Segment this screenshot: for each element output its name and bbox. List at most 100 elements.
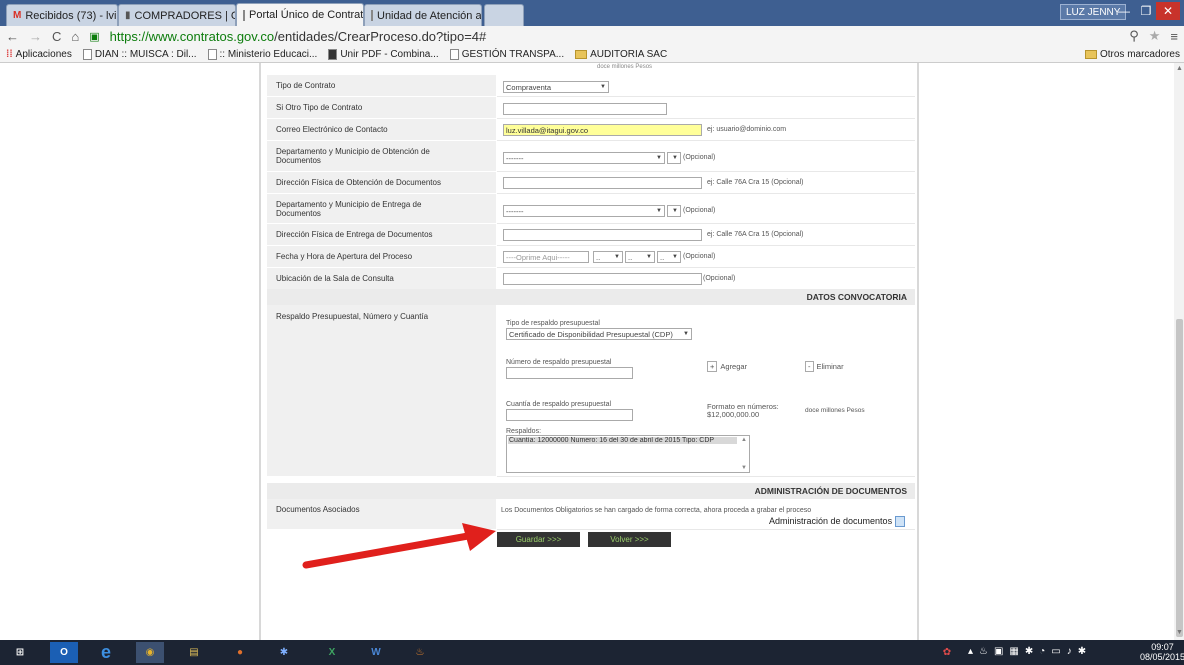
page-icon (449, 48, 459, 60)
minimize-icon[interactable]: — (1112, 2, 1136, 20)
respaldo-list-item[interactable]: Cuantía: 12000000 Numero: 16 del 30 de a… (508, 437, 737, 444)
admin-documentos-link[interactable]: Administración de documentos (769, 516, 905, 528)
notification-app-icon[interactable]: ✿ (930, 642, 964, 663)
scroll-down-icon[interactable]: ▼ (741, 465, 747, 471)
bookmark-aplicaciones[interactable]: ⁞⁞ Aplicaciones (6, 49, 72, 60)
scrollbar-thumb[interactable] (1176, 319, 1183, 637)
otro-tipo-input[interactable] (503, 103, 667, 115)
clock-time: 09:07 (1151, 642, 1174, 652)
bookmark-dian[interactable]: DIAN :: MUISCA : Dil... (82, 48, 197, 60)
other-bookmarks[interactable]: Otros marcadores (1084, 49, 1180, 60)
bookmark-label: Unir PDF - Combina... (340, 48, 439, 60)
municipio-entrega-select[interactable]: ▼ (667, 205, 681, 217)
star-icon[interactable]: ★ (1149, 28, 1161, 44)
field-label: Ubicación de la Sala de Consulta (267, 268, 496, 290)
bookmarks-bar: ⁞⁞ Aplicaciones DIAN :: MUISCA : Dil... :… (0, 46, 1184, 63)
numero-respaldo-label: Número de respaldo presupuestal (506, 359, 612, 366)
dir-entrega-input[interactable] (503, 229, 702, 241)
browser-tab-bar: M Recibidos (73) - lvilladare ✕ ▮ COMPRA… (0, 0, 1184, 26)
select-value: .. (628, 253, 633, 262)
row-dir-obtencion: Dirección Física de Obtención de Documen… (267, 172, 915, 194)
bookmark-unir-pdf[interactable]: Unir PDF - Combina... (328, 48, 439, 60)
page-icon (207, 48, 217, 60)
ampm-select[interactable]: .. ▼ (657, 251, 681, 263)
bookmark-label: AUDITORIA SAC (590, 48, 668, 60)
tab-label: COMPRADORES | Colomb (134, 9, 235, 22)
agregar-button[interactable]: + Agregar (707, 361, 747, 372)
ie-icon[interactable]: e (92, 642, 120, 663)
tab-gmail[interactable]: M Recibidos (73) - lvilladare ✕ (6, 4, 118, 26)
respaldos-listbox[interactable]: Cuantía: 12000000 Numero: 16 del 30 de a… (506, 435, 750, 473)
section-datos-convocatoria: DATOS CONVOCATORIA (267, 289, 915, 305)
tab-portal-unico[interactable]: Portal Único de Contratac ✕ (236, 3, 364, 26)
back-icon[interactable]: ← (6, 29, 19, 44)
document-icon (894, 516, 905, 528)
scroll-up-icon[interactable]: ▲ (1176, 65, 1183, 72)
fire-app-icon[interactable]: ♨ (406, 642, 434, 663)
fecha-apertura-input[interactable]: ----Oprime Aqui----- (503, 251, 589, 263)
tab-unidad-atencion[interactable]: Unidad de Atención al Cli ✕ (364, 4, 482, 26)
field-value-cell: ------- ▼ ▼ (Opcional) (497, 194, 915, 224)
tab-compradores[interactable]: ▮ COMPRADORES | Colomb ✕ (118, 4, 236, 26)
url-secure-part: https://www.contratos.gov.co (109, 28, 275, 44)
correo-hint: ej: usuario@dominio.com (707, 126, 787, 133)
minute-select[interactable]: .. ▼ (625, 251, 655, 263)
eliminar-button[interactable]: - Eliminar (805, 361, 844, 372)
red-arrow-annotation (302, 523, 496, 569)
app-icon[interactable]: ✱ (270, 642, 298, 663)
bookmark-gestion[interactable]: GESTIÓN TRANSPA... (449, 48, 564, 60)
restore-icon[interactable]: ❐ (1134, 2, 1158, 20)
field-label: Dirección Física de Entrega de Documento… (267, 224, 496, 246)
guardar-button[interactable]: Guardar >>> (497, 532, 580, 547)
cuantia-respaldo-input[interactable] (506, 409, 633, 421)
municipio-obtencion-select[interactable]: ▼ (667, 152, 681, 164)
forward-icon[interactable]: → (29, 29, 42, 44)
bookmark-auditoria[interactable]: AUDITORIA SAC (575, 49, 667, 60)
tipo-contrato-select[interactable]: Compraventa ▼ (503, 81, 609, 93)
dropdown-arrow-icon: ▼ (672, 155, 678, 161)
browser-toolbar: ← → C ⌂ ▣ https://www.contratos.gov.co/e… (0, 26, 1184, 46)
scroll-down-icon[interactable]: ▼ (1176, 629, 1183, 636)
optional-hint: (Opcional) (703, 275, 736, 282)
volver-button[interactable]: Volver >>> (588, 532, 671, 547)
formato-value: $12,000,000.00 (707, 410, 760, 419)
new-tab-button[interactable] (484, 4, 524, 26)
close-window-icon[interactable]: ✕ (1156, 2, 1180, 20)
firefox-icon[interactable]: ● (226, 642, 254, 663)
scroll-up-icon[interactable]: ▲ (741, 437, 747, 443)
depto-entrega-select[interactable]: ------- ▼ (503, 205, 665, 217)
row-dir-entrega: Dirección Física de Entrega de Documento… (267, 224, 915, 246)
chrome-icon[interactable]: ◉ (136, 642, 164, 663)
address-bar[interactable]: https://www.contratos.gov.co/entidades/C… (110, 29, 487, 44)
excel-icon[interactable]: X (318, 642, 346, 663)
windows-start-icon[interactable]: ⊞ (6, 642, 34, 663)
tipo-respaldo-select[interactable]: Certificado de Disponibilidad Presupuest… (506, 328, 692, 340)
file-explorer-icon[interactable]: ▤ (180, 642, 208, 663)
home-icon[interactable]: ⌂ (71, 29, 79, 44)
correo-input[interactable]: luz.villada@itagui.gov.co (503, 124, 702, 136)
depto-obtencion-select[interactable]: ------- ▼ (503, 152, 665, 164)
zoom-icon[interactable]: ⚲ (1129, 28, 1139, 44)
tab-label: Recibidos (73) - lvilladare (25, 9, 117, 22)
select-value: Certificado de Disponibilidad Presupuest… (509, 330, 673, 339)
sala-consulta-input[interactable] (503, 273, 702, 285)
section-admin-documentos: ADMINISTRACIÓN DE DOCUMENTOS (267, 483, 915, 499)
clock[interactable]: 09:07 08/05/2015 (1140, 642, 1184, 662)
bookmark-ministerio[interactable]: :: Ministerio Educaci... (207, 48, 317, 60)
row-depto-entrega: Departamento y Municipio de Entrega de D… (267, 194, 915, 224)
eliminar-label: Eliminar (816, 362, 844, 371)
field-value-cell: ------- ▼ ▼ (Opcional) (497, 141, 915, 172)
outlook-icon[interactable]: O (50, 642, 78, 663)
row-depto-obtencion: Departamento y Municipio de Obtención de… (267, 141, 915, 172)
system-tray-icons[interactable]: ▴♨▣▦✱◔▭♪✱ (968, 646, 1092, 657)
word-icon[interactable]: W (362, 642, 390, 663)
hour-select[interactable]: .. ▼ (593, 251, 623, 263)
frame-border-left (259, 63, 261, 640)
field-value-cell: (Opcional) (497, 268, 915, 290)
page-icon (82, 48, 92, 60)
dir-obtencion-input[interactable] (503, 177, 702, 189)
link-label: Administración de documentos (769, 516, 893, 526)
reload-icon[interactable]: C (52, 29, 61, 44)
menu-icon[interactable]: ≡ (1170, 29, 1178, 44)
numero-respaldo-input[interactable] (506, 367, 633, 379)
